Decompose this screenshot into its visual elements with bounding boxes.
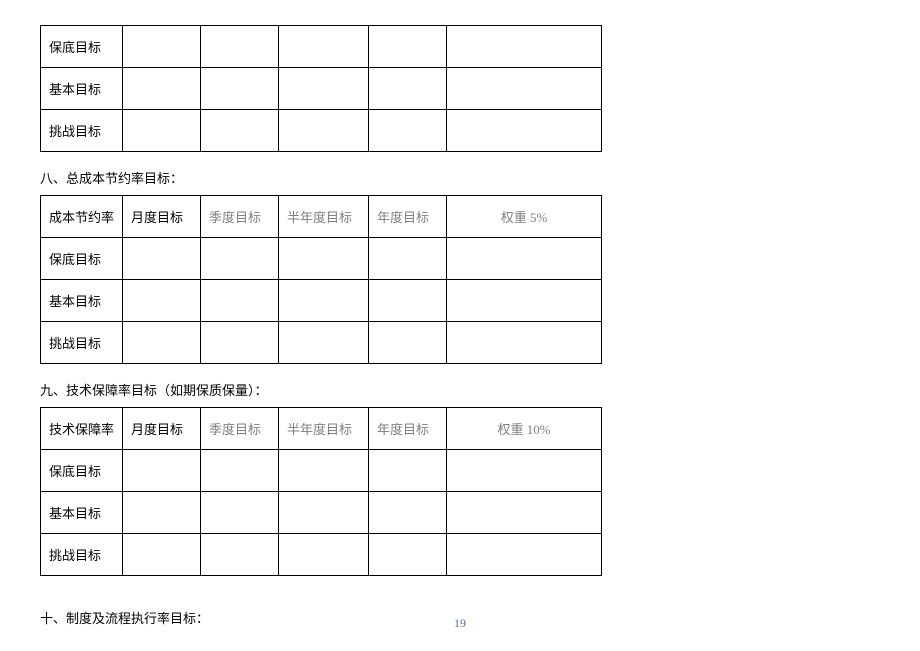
header-cell: 月度目标	[123, 196, 201, 238]
table-row: 基本目标	[41, 492, 602, 534]
header-cell: 权重 5%	[447, 196, 602, 238]
cell	[279, 238, 369, 280]
section-8-title: 八、总成本节约率目标：	[40, 168, 880, 187]
row-label: 基本目标	[41, 280, 123, 322]
cell	[279, 450, 369, 492]
cell	[201, 450, 279, 492]
cell	[279, 26, 369, 68]
cell	[279, 280, 369, 322]
cell	[201, 534, 279, 576]
cell	[369, 450, 447, 492]
cell	[201, 68, 279, 110]
cell	[201, 492, 279, 534]
cell	[201, 26, 279, 68]
header-cell: 季度目标	[201, 408, 279, 450]
cell	[447, 280, 602, 322]
cell	[447, 534, 602, 576]
row-label: 基本目标	[41, 492, 123, 534]
cell	[201, 238, 279, 280]
cell	[447, 110, 602, 152]
cell	[201, 110, 279, 152]
table-row: 保底目标	[41, 26, 602, 68]
cell	[279, 492, 369, 534]
row-label: 挑战目标	[41, 322, 123, 364]
cell	[447, 450, 602, 492]
cell	[447, 26, 602, 68]
cell	[279, 322, 369, 364]
cell	[279, 110, 369, 152]
cell	[123, 280, 201, 322]
header-cell: 成本节约率	[41, 196, 123, 238]
cell	[279, 68, 369, 110]
header-cell: 半年度目标	[279, 408, 369, 450]
table-9: 技术保障率 月度目标 季度目标 半年度目标 年度目标 权重 10% 保底目标 基…	[40, 407, 602, 576]
row-label: 保底目标	[41, 450, 123, 492]
cell	[123, 322, 201, 364]
cell	[123, 26, 201, 68]
cell	[369, 280, 447, 322]
page-number: 19	[0, 616, 920, 631]
row-label: 保底目标	[41, 26, 123, 68]
cell	[123, 450, 201, 492]
table-row: 挑战目标	[41, 110, 602, 152]
cell	[447, 68, 602, 110]
header-cell: 月度目标	[123, 408, 201, 450]
cell	[369, 238, 447, 280]
table-row: 挑战目标	[41, 534, 602, 576]
cell	[369, 322, 447, 364]
header-cell: 年度目标	[369, 408, 447, 450]
table-header-row: 成本节约率 月度目标 季度目标 半年度目标 年度目标 权重 5%	[41, 196, 602, 238]
cell	[369, 26, 447, 68]
cell	[123, 492, 201, 534]
table-header-row: 技术保障率 月度目标 季度目标 半年度目标 年度目标 权重 10%	[41, 408, 602, 450]
cell	[447, 492, 602, 534]
table-row: 保底目标	[41, 238, 602, 280]
row-label: 挑战目标	[41, 534, 123, 576]
header-cell: 技术保障率	[41, 408, 123, 450]
header-cell: 权重 10%	[447, 408, 602, 450]
row-label: 挑战目标	[41, 110, 123, 152]
table-row: 基本目标	[41, 280, 602, 322]
row-label: 基本目标	[41, 68, 123, 110]
table-row: 基本目标	[41, 68, 602, 110]
cell	[123, 534, 201, 576]
cell	[369, 492, 447, 534]
cell	[123, 238, 201, 280]
table-8: 成本节约率 月度目标 季度目标 半年度目标 年度目标 权重 5% 保底目标 基本…	[40, 195, 602, 364]
cell	[279, 534, 369, 576]
cell	[369, 110, 447, 152]
header-cell: 年度目标	[369, 196, 447, 238]
section-9-title: 九、技术保障率目标（如期保质保量）：	[40, 380, 880, 399]
table-1: 保底目标 基本目标 挑战目标	[40, 25, 602, 152]
cell	[369, 68, 447, 110]
table-row: 保底目标	[41, 450, 602, 492]
cell	[447, 238, 602, 280]
cell	[369, 534, 447, 576]
header-cell: 季度目标	[201, 196, 279, 238]
cell	[447, 322, 602, 364]
cell	[201, 322, 279, 364]
cell	[201, 280, 279, 322]
cell	[123, 110, 201, 152]
row-label: 保底目标	[41, 238, 123, 280]
table-row: 挑战目标	[41, 322, 602, 364]
cell	[123, 68, 201, 110]
header-cell: 半年度目标	[279, 196, 369, 238]
